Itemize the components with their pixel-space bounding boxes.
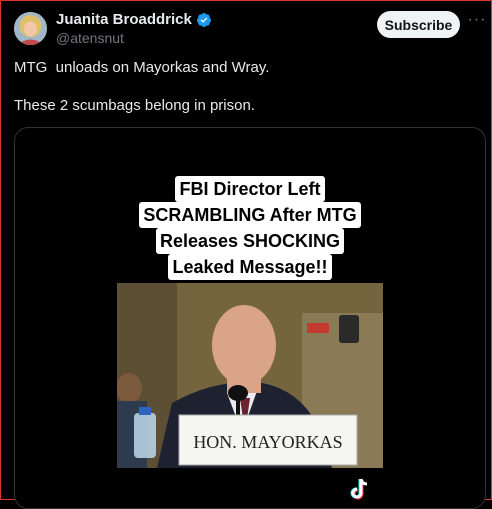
caption-line: FBI Director Left [175,176,325,202]
caption-line: Releases SHOCKING [155,228,345,254]
nameplate-text: HON. MAYORKAS [193,432,342,452]
caption-line: Leaked Message!! [168,254,332,280]
avatar[interactable] [14,12,47,45]
video-caption: FBI Director Left SCRAMBLING After MTG R… [15,176,485,280]
more-horizontal-icon[interactable]: ··· [467,12,487,32]
tiktok-icon [350,478,368,500]
verified-badge-icon [196,12,211,27]
tweet-line-1: MTG unloads on Mayorkas and Wray. [14,59,270,76]
video-media[interactable]: FBI Director Left SCRAMBLING After MTG R… [14,127,486,509]
author-handle[interactable]: @atensnut [56,30,124,46]
author-name[interactable]: Juanita Broaddrick [56,11,192,28]
tweet-line-2: These 2 scumbags belong in prison. [14,97,255,114]
tweet-text: MTG unloads on Mayorkas and Wray. These … [14,58,474,116]
subscribe-button[interactable]: Subscribe [377,11,460,38]
video-frame[interactable]: HON. MAYORKAS [117,283,383,468]
caption-line: SCRAMBLING After MTG [139,202,361,228]
